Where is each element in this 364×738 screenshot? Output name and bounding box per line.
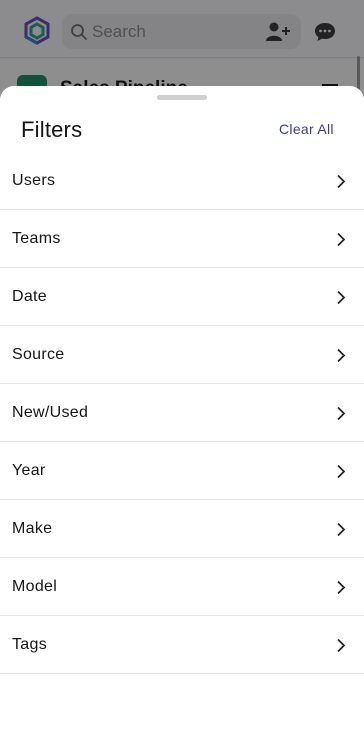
chevron-right-icon — [336, 638, 346, 653]
filter-row-users[interactable]: Users — [0, 152, 364, 210]
chevron-right-icon — [336, 406, 346, 421]
chevron-right-icon — [336, 522, 346, 537]
filter-row-source[interactable]: Source — [0, 326, 364, 384]
clear-all-button[interactable]: Clear All — [279, 121, 334, 137]
filter-row-model[interactable]: Model — [0, 558, 364, 616]
chevron-right-icon — [336, 348, 346, 363]
filter-label: Make — [12, 520, 53, 537]
sheet-title: Filters — [21, 117, 83, 142]
chevron-right-icon — [336, 232, 346, 247]
filter-row-tags[interactable]: Tags — [0, 616, 364, 674]
filter-label: Tags — [12, 636, 47, 653]
filter-row-date[interactable]: Date — [0, 268, 364, 326]
filter-label: Teams — [12, 230, 61, 247]
chevron-right-icon — [336, 580, 346, 595]
filter-label: Source — [12, 346, 65, 363]
filter-row-new-used[interactable]: New/Used — [0, 384, 364, 442]
filter-label: New/Used — [12, 404, 89, 421]
filter-label: Date — [12, 288, 47, 305]
filter-row-year[interactable]: Year — [0, 442, 364, 500]
filter-list: Users Teams Date Source New/Used Year Ma… — [0, 152, 364, 674]
filter-label: Users — [12, 172, 56, 189]
chevron-right-icon — [336, 290, 346, 305]
filter-label: Year — [12, 462, 46, 479]
filter-row-make[interactable]: Make — [0, 500, 364, 558]
chevron-right-icon — [336, 464, 346, 479]
chevron-right-icon — [336, 174, 346, 189]
sheet-grabber[interactable] — [157, 95, 207, 100]
filters-sheet: Filters Clear All Users Teams Date Sourc… — [0, 86, 364, 738]
filter-row-teams[interactable]: Teams — [0, 210, 364, 268]
filter-label: Model — [12, 578, 58, 595]
